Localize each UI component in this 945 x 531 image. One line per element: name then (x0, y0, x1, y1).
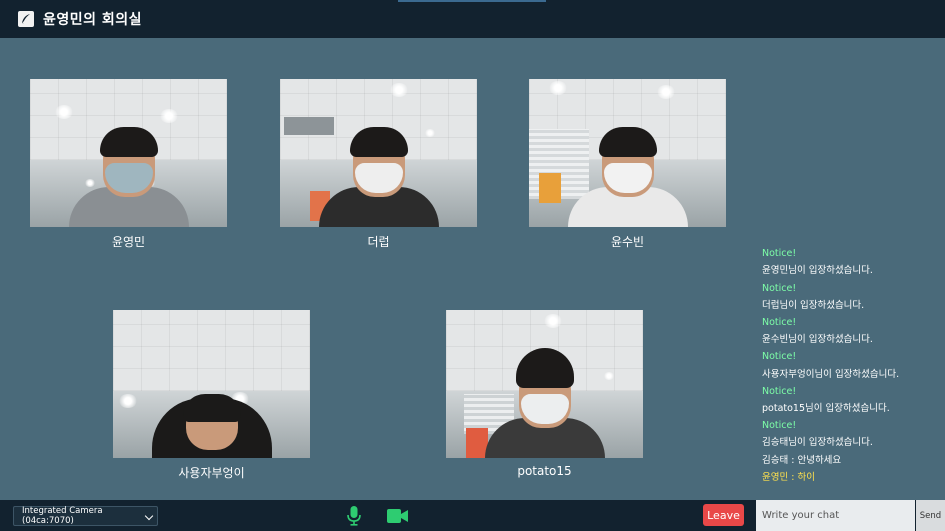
participant-name: 더럽 (367, 235, 390, 249)
chat-notice: Notice! (762, 420, 797, 432)
chat-message: potato15님이 입장하셨습니다. (762, 402, 890, 414)
send-button[interactable]: Send (916, 500, 945, 531)
chat-panel: Notice! 윤영민님이 입장하셨습니다. Notice! 더럽님이 입장하셨… (756, 38, 945, 500)
feather-logo-icon (18, 11, 34, 27)
microphone-icon[interactable] (347, 506, 361, 530)
chat-input[interactable] (756, 500, 915, 531)
video-camera-icon[interactable] (387, 508, 408, 527)
participant-video (446, 310, 643, 458)
leave-button[interactable]: Leave (703, 504, 744, 526)
participant-tile: 사용자부엉이 (113, 310, 310, 481)
control-bar: Integrated Camera (04ca:7070) Leave (0, 500, 756, 531)
chat-message: 사용자부엉이님이 입장하셨습니다. (762, 368, 900, 380)
participant-tile: 윤영민 (30, 79, 227, 250)
chat-message: 김승태님이 입장하셨습니다. (762, 437, 873, 449)
participant-tile: 윤수빈 (529, 79, 726, 250)
chat-message: 윤수빈님이 입장하셨습니다. (762, 334, 873, 346)
chat-notice: Notice! (762, 385, 797, 397)
chat-message: 김승태 : 안녕하세요 (762, 454, 842, 466)
camera-select[interactable]: Integrated Camera (04ca:7070) (13, 506, 158, 526)
chat-input-bar: Send (756, 500, 945, 531)
chat-notice: Notice! (762, 248, 797, 260)
participant-tile: 더럽 (280, 79, 477, 250)
participant-video (30, 79, 227, 227)
video-grid: 윤영민 더럽 윤수빈 사용자부엉이 potato15 (0, 38, 756, 500)
participant-tile: potato15 (446, 310, 643, 478)
participant-video (529, 79, 726, 227)
chat-log[interactable]: Notice! 윤영민님이 입장하셨습니다. Notice! 더럽님이 입장하셨… (762, 245, 941, 486)
app-header: 윤영민의 회의실 (0, 0, 945, 38)
participant-name: potato15 (517, 464, 572, 478)
participant-name: 윤영민 (111, 235, 146, 249)
participant-video (113, 310, 310, 458)
header-accent-line (398, 0, 546, 2)
participant-name: 윤수빈 (610, 235, 645, 249)
camera-select-value: Integrated Camera (04ca:7070) (22, 506, 103, 526)
chat-notice: Notice! (762, 316, 797, 328)
participant-name: 사용자부엉이 (178, 466, 245, 480)
chat-notice: Notice! (762, 282, 797, 294)
chat-message: 더럽님이 입장하셨습니다. (762, 299, 865, 311)
participant-video (280, 79, 477, 227)
room-title: 윤영민의 회의실 (43, 12, 143, 28)
chat-notice: Notice! (762, 351, 797, 363)
chat-message-self: 윤영민 : 하이 (762, 471, 815, 483)
chat-message: 윤영민님이 입장하셨습니다. (762, 265, 873, 277)
